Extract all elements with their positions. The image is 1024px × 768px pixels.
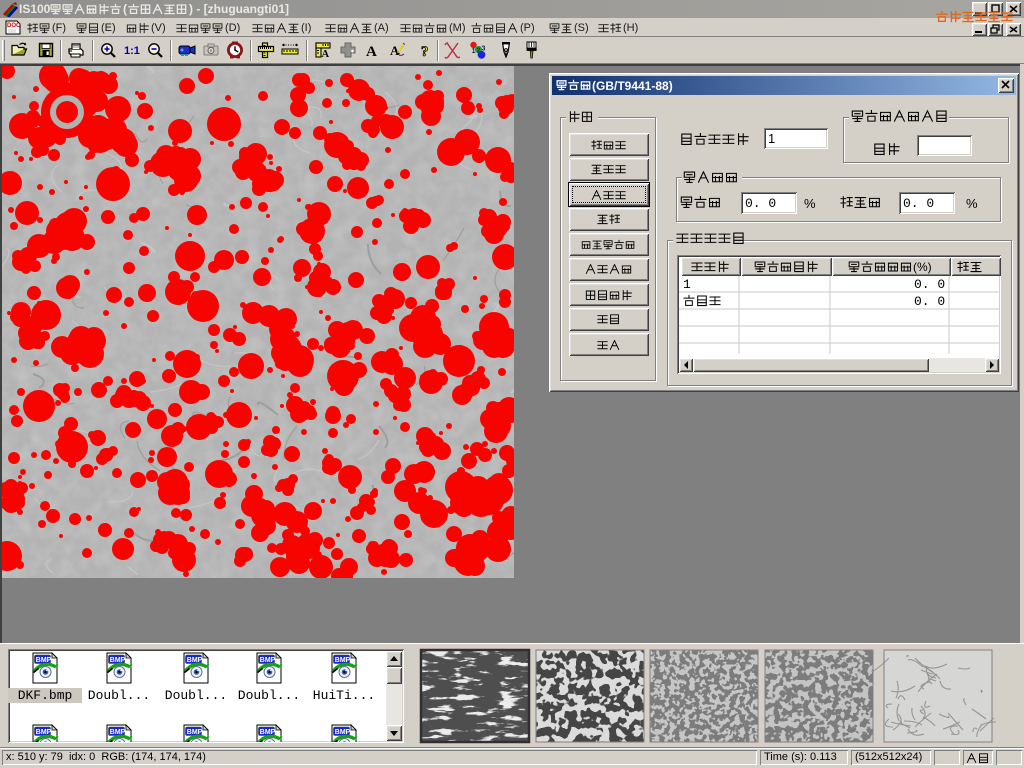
svg-text:?: ? [421,44,429,59]
svg-text:1:1: 1:1 [124,45,140,57]
svg-text:A: A [366,44,377,59]
svg-text:DOC: DOC [7,23,21,29]
svg-text:A: A [322,49,330,59]
